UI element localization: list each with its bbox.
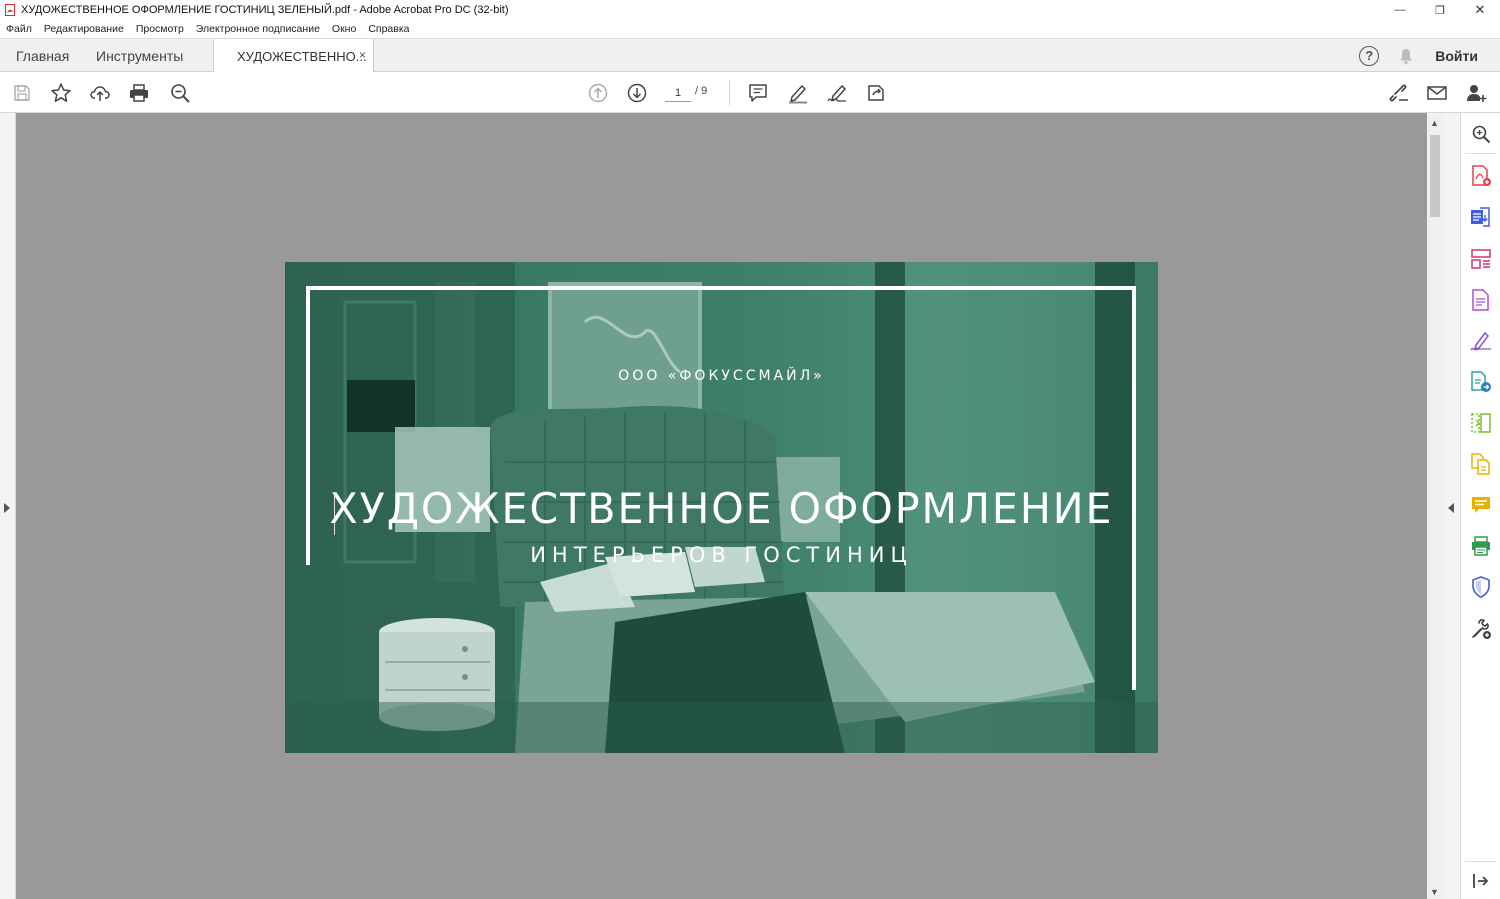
combine-files-icon[interactable] xyxy=(1470,453,1492,475)
acrobat-app-icon xyxy=(5,4,15,16)
create-pdf-icon[interactable] xyxy=(1470,165,1492,187)
cloud-upload-icon[interactable] xyxy=(88,81,112,105)
more-tools-icon[interactable] xyxy=(1470,618,1492,640)
comment-icon[interactable] xyxy=(746,81,770,105)
subheadline: ИНТЕРЬЕРОВ ГОСТИНИЦ xyxy=(530,543,913,567)
zoom-search-icon[interactable] xyxy=(1470,123,1492,145)
window-controls: — ❐ ✕ xyxy=(1380,0,1500,20)
help-icon[interactable]: ? xyxy=(1359,45,1380,66)
window-title: ХУДОЖЕСТВЕННОЕ ОФОРМЛЕНИЕ ГОСТИНИЦ ЗЕЛЕН… xyxy=(21,4,509,16)
menu-e-sign[interactable]: Электронное подписание xyxy=(196,23,320,35)
menu-view[interactable]: Просмотр xyxy=(136,23,184,35)
scroll-up-icon[interactable]: ▲ xyxy=(1430,118,1439,128)
comment-tool-icon[interactable] xyxy=(1470,494,1492,516)
left-panel-toggle[interactable] xyxy=(0,113,16,899)
fill-sign-icon[interactable] xyxy=(1470,330,1492,352)
close-tab-icon[interactable]: × xyxy=(359,48,366,62)
pdf-page[interactable]: ООО «ФОКУССМАЙЛ» ХУДОЖЕСТВЕННОЕ ОФОРМЛЕН… xyxy=(285,262,1158,753)
tab-document[interactable]: ХУДОЖЕСТВЕННО... × xyxy=(213,39,374,73)
link-icon[interactable] xyxy=(1386,81,1410,105)
right-panel-toggle[interactable] xyxy=(1443,113,1460,899)
email-icon[interactable] xyxy=(1425,81,1449,105)
panel-bottom-divider xyxy=(1465,861,1497,862)
organize-pages-icon[interactable] xyxy=(1470,248,1492,270)
next-page-icon[interactable] xyxy=(625,81,649,105)
print-production-icon[interactable] xyxy=(1470,535,1492,557)
panel-divider xyxy=(1465,153,1497,154)
scroll-down-icon[interactable]: ▼ xyxy=(1430,887,1439,897)
restore-button[interactable]: ❐ xyxy=(1420,0,1460,20)
headline: ХУДОЖЕСТВЕННОЕ ОФОРМЛЕНИЕ xyxy=(329,484,1114,533)
minimize-button[interactable]: — xyxy=(1380,0,1420,20)
add-user-icon[interactable] xyxy=(1464,81,1488,105)
previous-page-icon[interactable] xyxy=(586,81,610,105)
compare-files-icon[interactable] xyxy=(1470,412,1492,434)
protect-shield-icon[interactable] xyxy=(1470,576,1492,598)
collapse-right-panel-icon xyxy=(1448,503,1454,513)
toolbar: / 9 xyxy=(0,72,1500,113)
toolbar-divider xyxy=(729,80,730,105)
highlight-pen-icon[interactable] xyxy=(786,81,810,105)
expand-left-panel-icon xyxy=(4,503,10,513)
tab-bar: Главная Инструменты ХУДОЖЕСТВЕННО... × ?… xyxy=(0,38,1500,73)
bell-icon[interactable] xyxy=(1397,47,1415,65)
tab-document-label: ХУДОЖЕСТВЕННО... xyxy=(237,48,367,64)
login-button[interactable]: Войти xyxy=(1435,48,1478,64)
vertical-scrollbar[interactable]: ▲ ▼ xyxy=(1427,113,1443,899)
save-icon[interactable] xyxy=(10,81,34,105)
close-window-button[interactable]: ✕ xyxy=(1460,0,1500,20)
zoom-out-icon[interactable] xyxy=(168,81,192,105)
header-right: ? Войти xyxy=(1359,39,1500,72)
menu-bar: Файл Редактирование Просмотр Электронное… xyxy=(0,20,1500,38)
scroll-thumb[interactable] xyxy=(1430,135,1440,217)
export-pdf-icon[interactable] xyxy=(1470,206,1492,228)
tab-tools[interactable]: Инструменты xyxy=(96,39,183,72)
star-icon[interactable] xyxy=(49,81,73,105)
tools-panel xyxy=(1460,113,1500,899)
page-number-input[interactable] xyxy=(665,84,691,102)
send-for-review-icon[interactable] xyxy=(1470,371,1492,393)
menu-edit[interactable]: Редактирование xyxy=(44,23,124,35)
share-icon[interactable] xyxy=(864,81,888,105)
company-name: ООО «ФОКУССМАЙЛ» xyxy=(618,368,825,384)
frame-top-line xyxy=(306,286,1136,290)
menu-file[interactable]: Файл xyxy=(6,23,32,35)
print-icon[interactable] xyxy=(127,81,151,105)
edit-pdf-icon[interactable] xyxy=(1470,289,1492,311)
title-bar: ХУДОЖЕСТВЕННОЕ ОФОРМЛЕНИЕ ГОСТИНИЦ ЗЕЛЕН… xyxy=(0,0,1500,20)
tab-home[interactable]: Главная xyxy=(16,39,69,72)
menu-help[interactable]: Справка xyxy=(368,23,409,35)
menu-window[interactable]: Окно xyxy=(332,23,356,35)
collapse-panel-icon[interactable] xyxy=(1470,870,1492,892)
sign-icon[interactable] xyxy=(825,81,849,105)
page-total: / 9 xyxy=(695,85,708,97)
